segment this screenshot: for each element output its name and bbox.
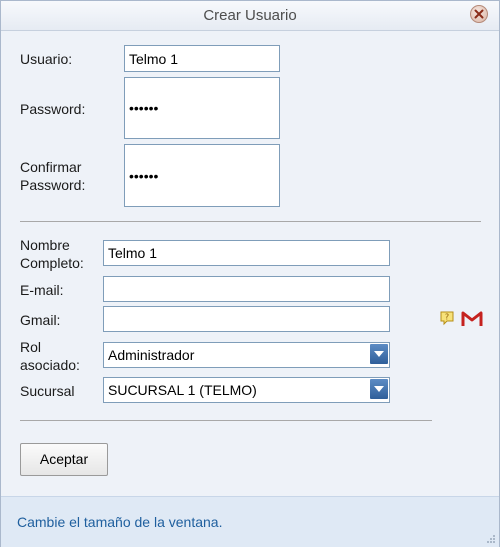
gmail-icon[interactable] <box>461 310 483 328</box>
password-masked-value: •••••• <box>129 100 159 116</box>
rol-selected-value: Administrador <box>108 347 195 363</box>
confirm-password-input[interactable]: •••••• <box>124 144 280 207</box>
resize-grip-icon[interactable] <box>486 534 496 544</box>
sucursal-select[interactable]: SUCURSAL 1 (TELMO) <box>103 377 390 403</box>
help-note-icon[interactable]: ? <box>439 310 455 326</box>
chevron-down-icon <box>374 386 384 392</box>
rol-asociado-label: Rol asociado: <box>20 338 80 374</box>
confirm-password-masked-value: •••••• <box>129 168 159 184</box>
nombre-label-line2: Completo: <box>20 255 84 271</box>
chevron-down-icon <box>374 351 384 357</box>
confirm-label-line1: Confirmar <box>20 159 82 175</box>
sucursal-dropdown-button[interactable] <box>370 379 388 399</box>
nombre-completo-input[interactable] <box>103 240 390 266</box>
rol-dropdown-button[interactable] <box>370 344 388 364</box>
close-icon <box>474 9 484 19</box>
nombre-completo-label: Nombre Completo: <box>20 236 84 272</box>
rol-select[interactable]: Administrador <box>103 342 390 368</box>
aceptar-button[interactable]: Aceptar <box>20 443 108 476</box>
status-message: Cambie el tamaño de la ventana. <box>17 514 223 530</box>
rol-label-line2: asociado: <box>20 357 80 373</box>
separator-top <box>20 221 481 222</box>
rol-label-line1: Rol <box>20 339 42 355</box>
create-user-window: Crear Usuario Usuario: Password: •••••• … <box>0 0 500 547</box>
close-button[interactable] <box>470 5 488 23</box>
gmail-label: Gmail: <box>20 312 61 328</box>
window-title: Crear Usuario <box>203 7 297 24</box>
password-label: Password: <box>20 101 86 117</box>
password-input[interactable]: •••••• <box>124 77 280 139</box>
confirm-label-line2: Password: <box>20 177 86 193</box>
sucursal-label: Sucursal <box>20 383 75 399</box>
status-bar: Cambie el tamaño de la ventana. <box>1 496 499 547</box>
nombre-label-line1: Nombre <box>20 237 70 253</box>
separator-bottom <box>20 420 432 421</box>
sucursal-selected-value: SUCURSAL 1 (TELMO) <box>108 382 257 398</box>
email-label: E-mail: <box>20 282 64 298</box>
title-bar: Crear Usuario <box>1 1 499 31</box>
svg-text:?: ? <box>445 313 449 322</box>
gmail-input[interactable] <box>103 306 390 332</box>
usuario-input[interactable] <box>124 45 280 72</box>
email-input[interactable] <box>103 276 390 302</box>
confirm-password-label: Confirmar Password: <box>20 158 85 194</box>
usuario-label: Usuario: <box>20 51 73 67</box>
